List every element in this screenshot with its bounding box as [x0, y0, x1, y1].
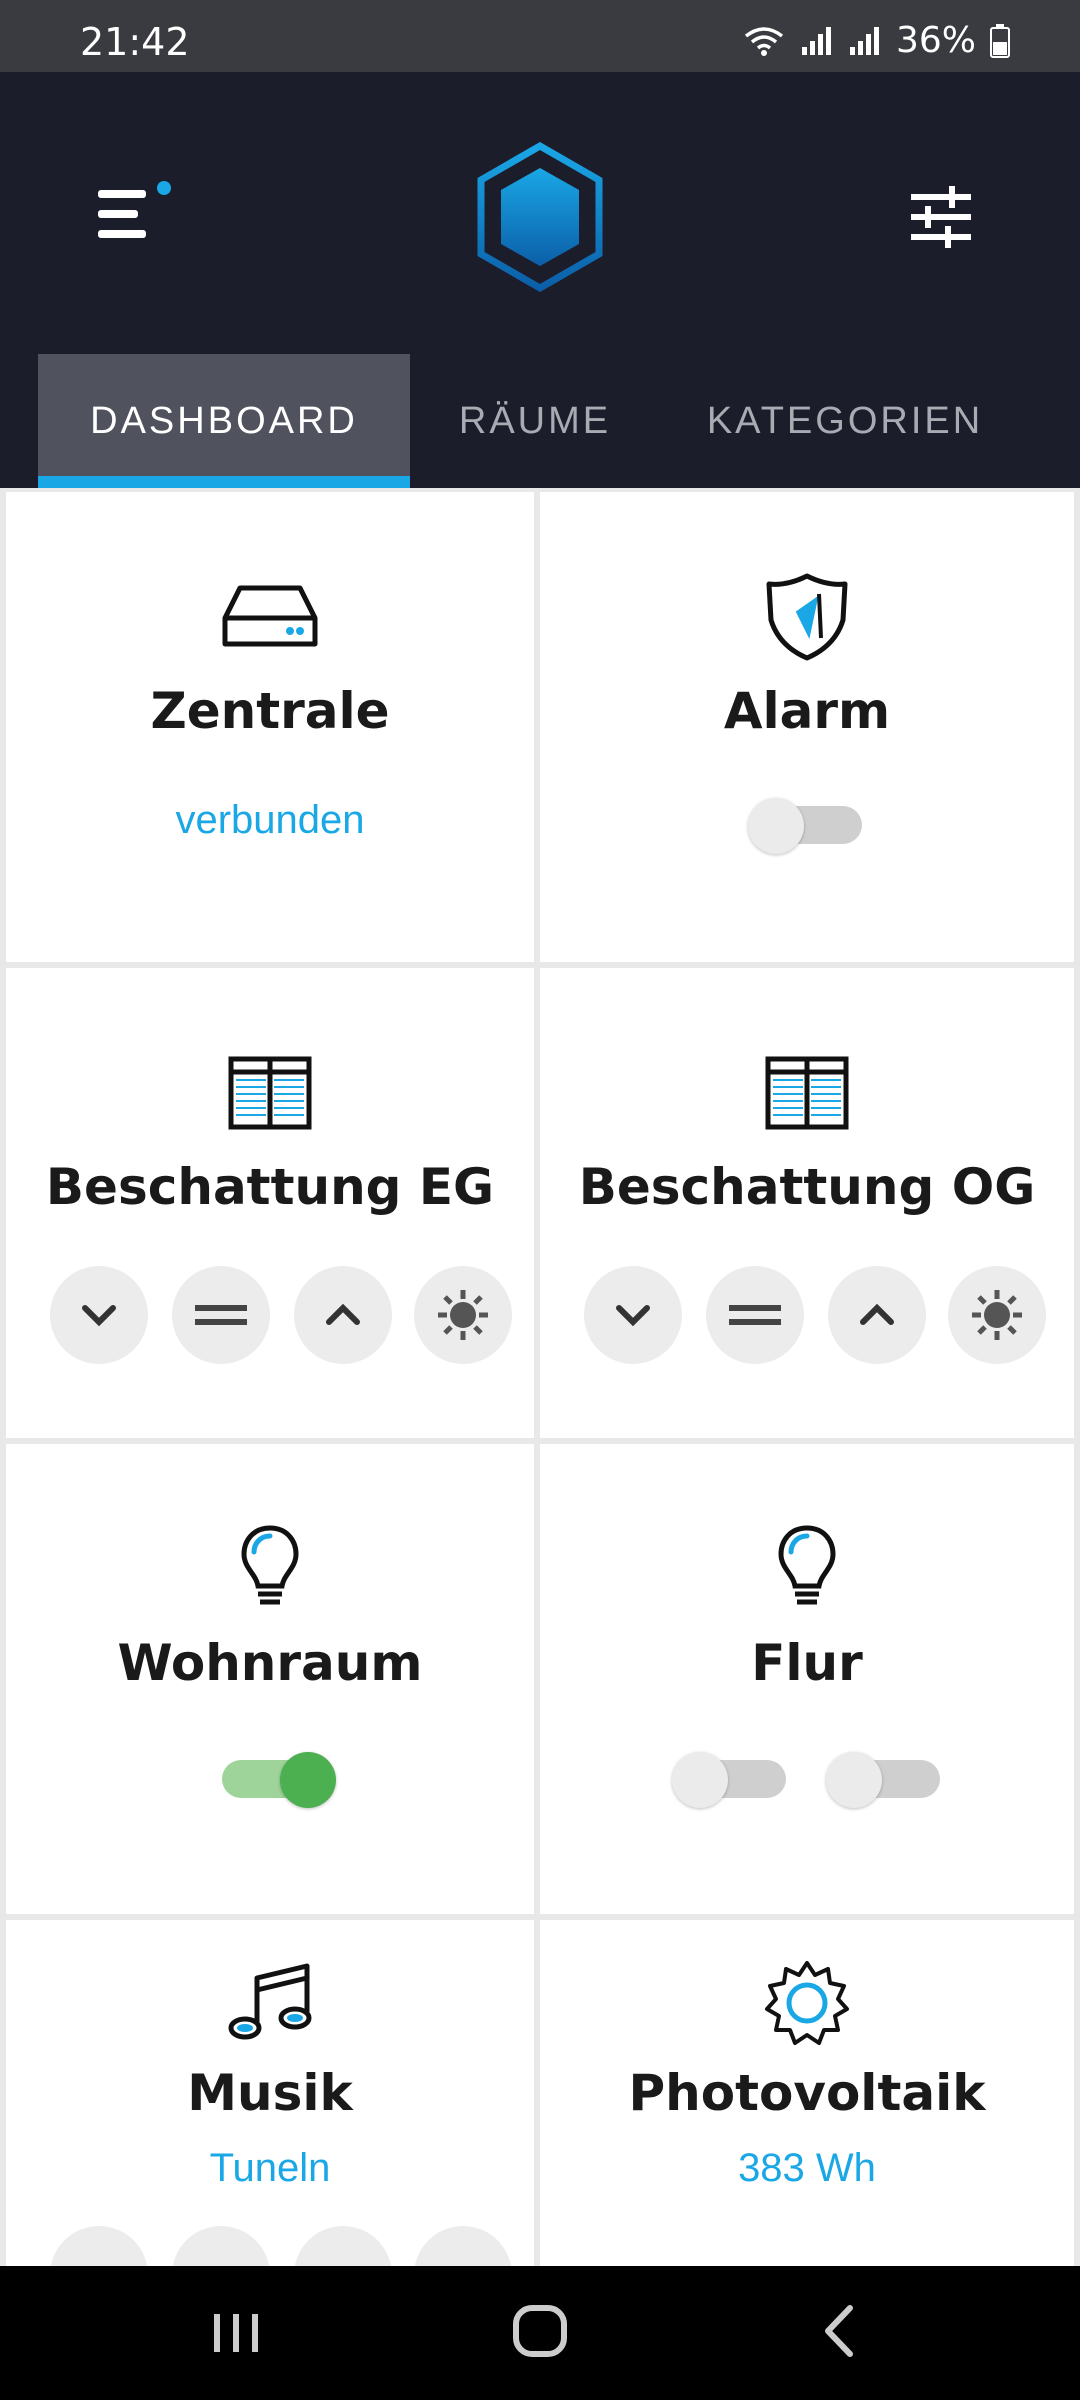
sun-icon — [765, 1961, 849, 2045]
card-title: Flur — [751, 1634, 863, 1692]
card-musik[interactable]: Musik Tuneln — [6, 1920, 534, 2266]
tab-bar: DASHBOARD RÄUME KATEGORIEN — [38, 354, 1030, 488]
shutter-up-button[interactable] — [294, 1266, 392, 1364]
shutter-down-button[interactable] — [50, 1266, 148, 1364]
card-title: Photovoltaik — [628, 2064, 986, 2122]
card-title: Beschattung EG — [45, 1158, 495, 1216]
dashboard-grid: Zentrale verbunden Alarm Beschattung EG — [0, 488, 1080, 2266]
card-alarm[interactable]: Alarm — [540, 492, 1074, 962]
shutter-icon — [228, 1056, 312, 1130]
tab-categories[interactable]: KATEGORIEN — [660, 354, 1030, 488]
energy-value: 383 Wh — [738, 2146, 876, 2190]
card-title: Wohnraum — [117, 1634, 423, 1692]
signal-icon-2 — [849, 26, 879, 55]
sun-icon — [438, 1290, 488, 1340]
chevron-down-icon — [616, 1305, 650, 1327]
shutter-icon — [765, 1056, 849, 1130]
signal-icon — [801, 26, 831, 55]
logo-icon — [477, 142, 603, 292]
home-icon[interactable] — [500, 2296, 580, 2366]
card-zentrale[interactable]: Zentrale verbunden — [6, 492, 534, 962]
shutter-up-button[interactable] — [828, 1266, 926, 1364]
shutter-stop-button[interactable] — [706, 1266, 804, 1364]
wifi-icon — [744, 26, 784, 56]
shutter-sun-button[interactable] — [414, 1266, 512, 1364]
music-control-button[interactable] — [50, 2226, 148, 2266]
menu-icon[interactable] — [90, 172, 180, 252]
card-title: Musik — [187, 2064, 353, 2122]
shutter-sun-button[interactable] — [948, 1266, 1046, 1364]
wohnraum-light-toggle[interactable] — [222, 1752, 336, 1808]
status-bar: 21:42 36% — [0, 0, 1080, 72]
music-source: Tuneln — [209, 2146, 331, 2190]
tab-rooms[interactable]: RÄUME — [410, 354, 660, 488]
card-title: Zentrale — [150, 682, 390, 740]
alarm-toggle[interactable] — [748, 798, 862, 854]
stop-icon — [729, 1305, 781, 1325]
flur-light-toggle-1[interactable] — [672, 1752, 786, 1808]
battery-icon — [990, 23, 1010, 58]
chevron-up-icon — [326, 1303, 360, 1325]
shutter-down-button[interactable] — [584, 1266, 682, 1364]
filter-icon[interactable] — [905, 182, 985, 252]
status-time: 21:42 — [80, 20, 190, 64]
shutter-stop-button[interactable] — [172, 1266, 270, 1364]
card-photovoltaik[interactable]: Photovoltaik 383 Wh — [540, 1920, 1074, 2266]
card-beschattung-eg[interactable]: Beschattung EG — [6, 968, 534, 1438]
battery-percent: 36% — [895, 20, 976, 61]
recent-apps-icon[interactable] — [196, 2296, 276, 2366]
chevron-up-icon — [860, 1303, 894, 1325]
app-header: DASHBOARD RÄUME KATEGORIEN — [0, 72, 1080, 488]
system-nav-bar — [0, 2266, 1080, 2400]
card-wohnraum[interactable]: Wohnraum — [6, 1444, 534, 1914]
card-title: Alarm — [723, 682, 891, 740]
music-control-button[interactable] — [294, 2226, 392, 2266]
card-title: Beschattung OG — [578, 1158, 1036, 1216]
music-control-button[interactable] — [172, 2226, 270, 2266]
bulb-icon — [241, 1525, 299, 1605]
music-icon — [228, 1963, 312, 2040]
sun-icon — [972, 1290, 1022, 1340]
music-control-button[interactable] — [414, 2226, 512, 2266]
hub-icon — [222, 585, 318, 647]
connection-status: verbunden — [175, 798, 365, 842]
back-icon[interactable] — [800, 2296, 880, 2366]
bulb-icon — [778, 1525, 836, 1605]
chevron-down-icon — [82, 1305, 116, 1327]
tab-dashboard[interactable]: DASHBOARD — [38, 354, 410, 488]
stop-icon — [195, 1305, 247, 1325]
flur-light-toggle-2[interactable] — [826, 1752, 940, 1808]
shield-icon — [766, 573, 848, 661]
card-beschattung-og[interactable]: Beschattung OG — [540, 968, 1074, 1438]
card-flur[interactable]: Flur — [540, 1444, 1074, 1914]
